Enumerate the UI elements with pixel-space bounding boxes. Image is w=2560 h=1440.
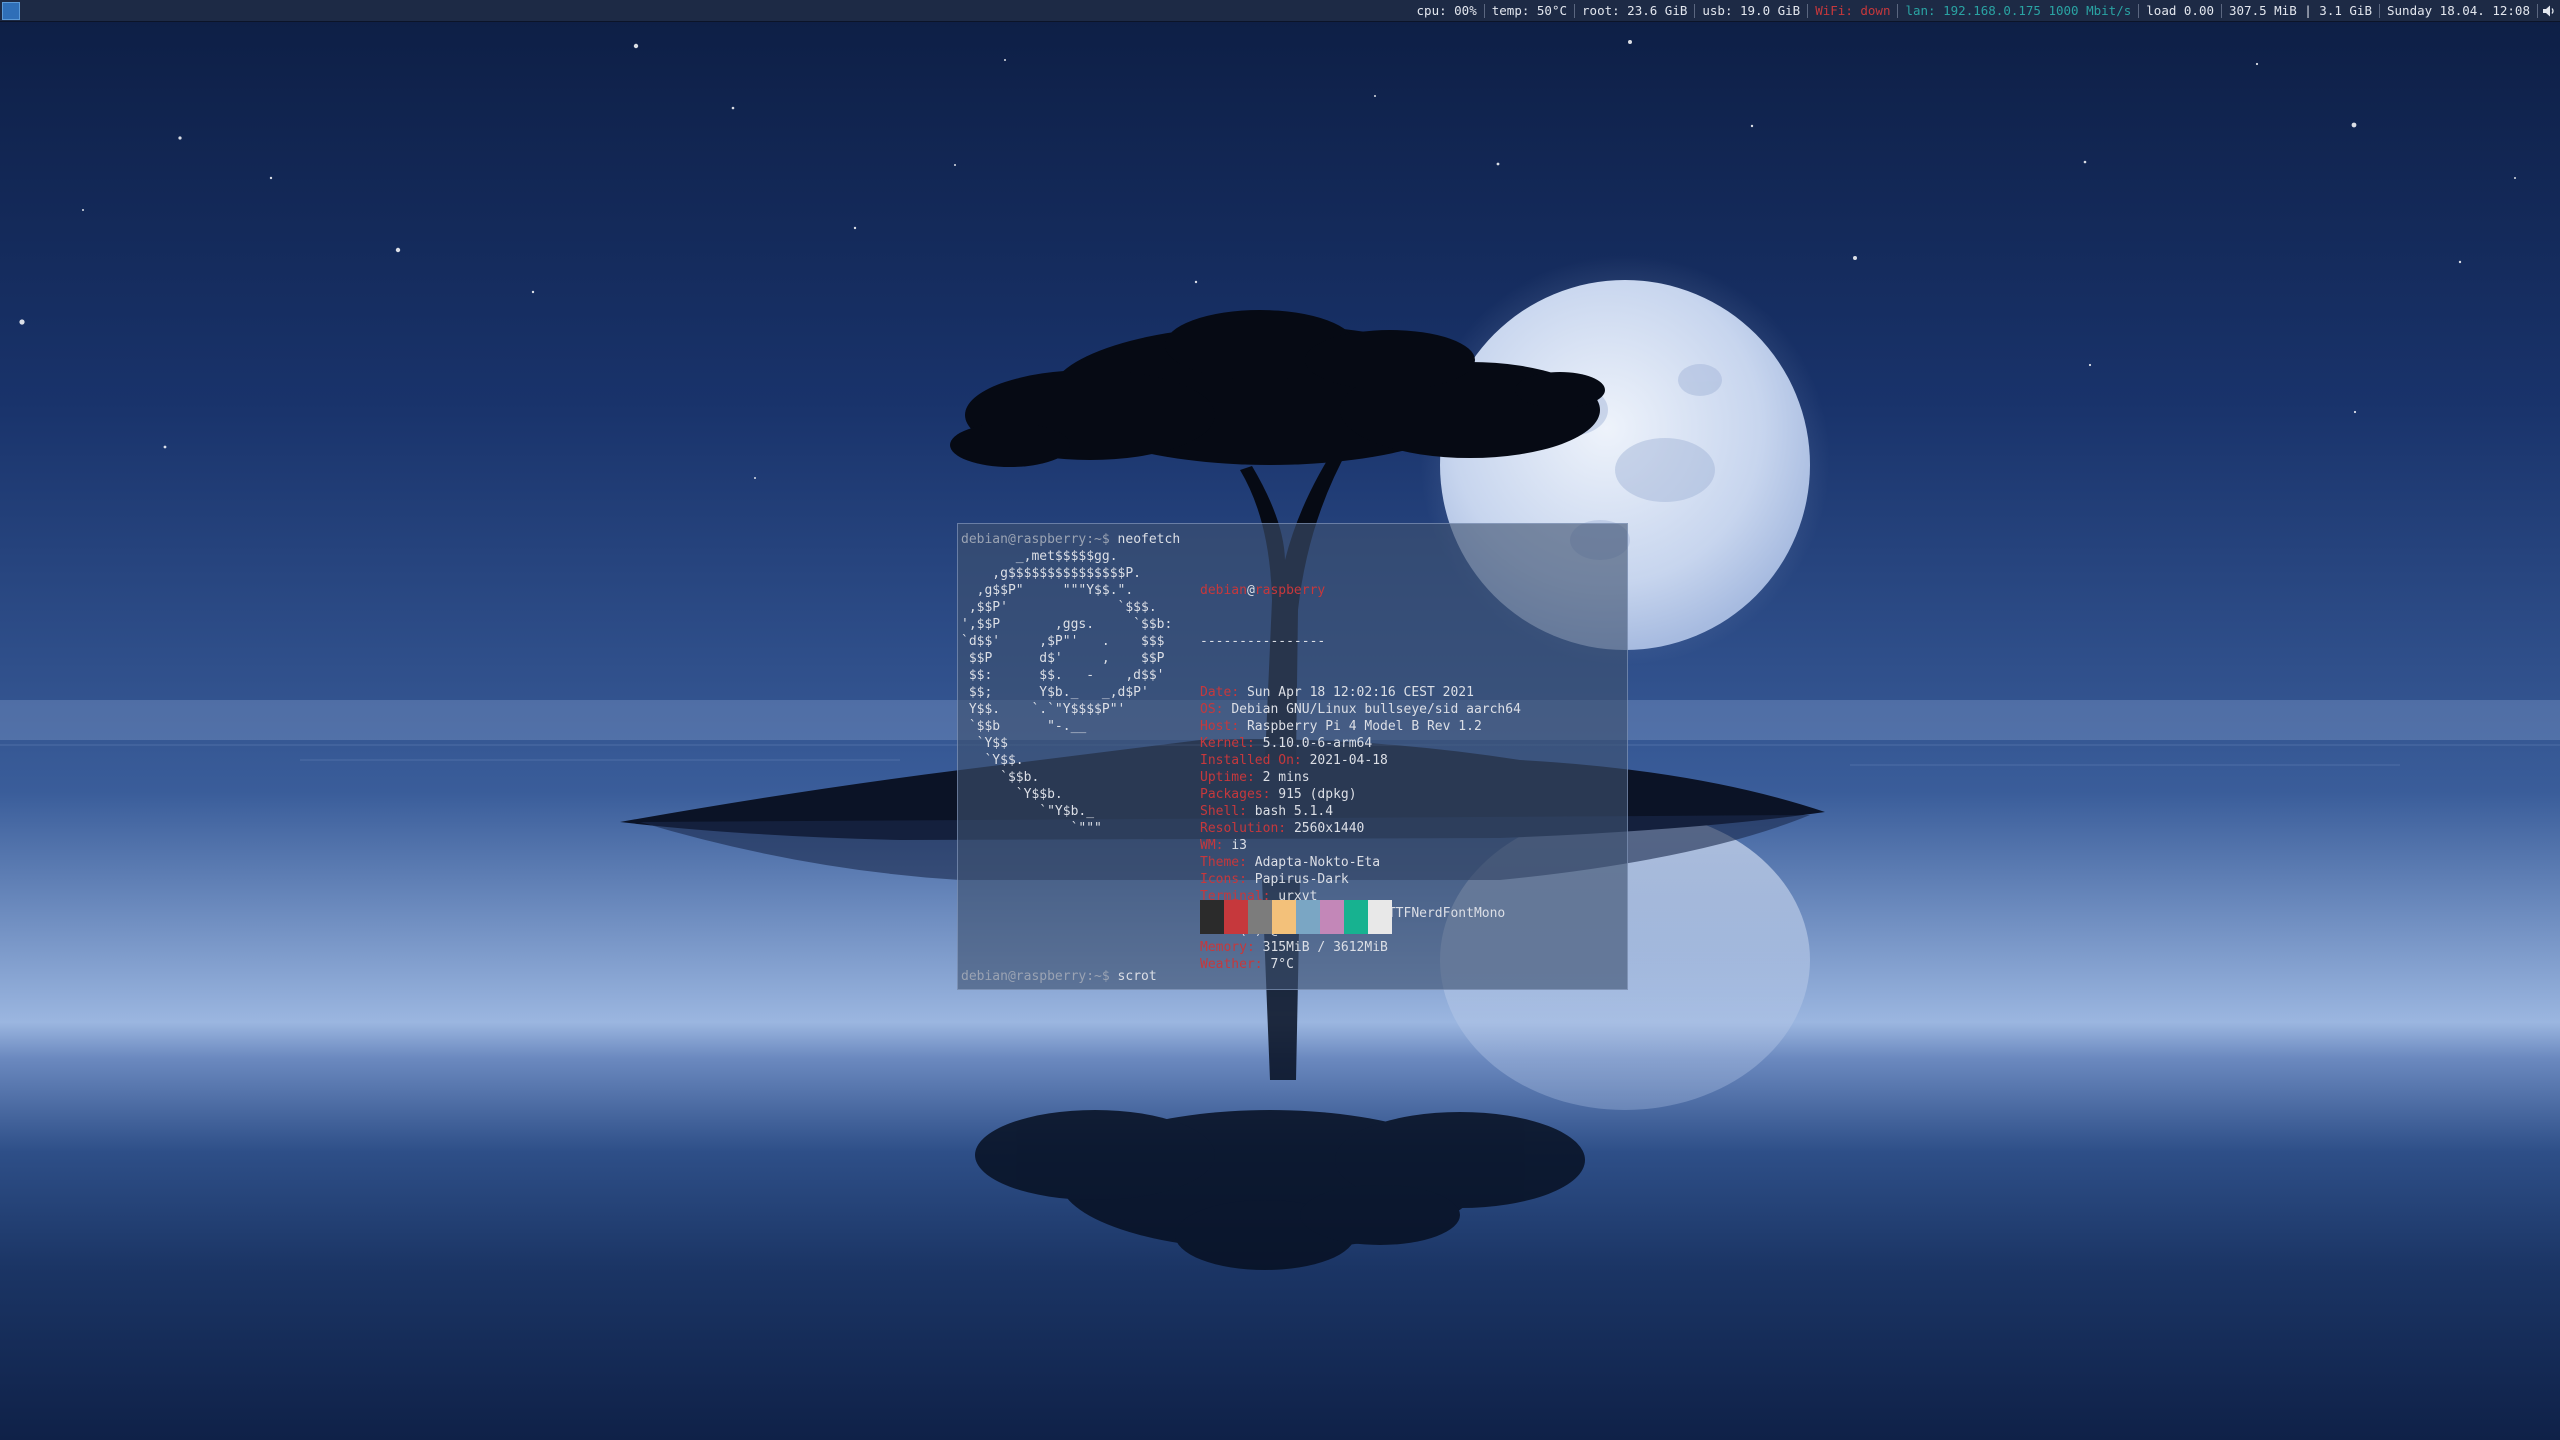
status-separator: [2537, 3, 2538, 18]
workspace-button[interactable]: [2, 1, 20, 20]
info-value: Sun Apr 18 12:02:16 CEST 2021: [1246, 685, 1474, 700]
ascii-line: ,$$P' `$$$.: [961, 600, 1157, 615]
info-key: OS: [1200, 702, 1216, 717]
user-host-line: debian@raspberry: [1200, 582, 1521, 599]
color-swatch: [1368, 900, 1392, 934]
info-line: OS: Debian GNU/Linux bullseye/sid aarch6…: [1200, 702, 1521, 717]
ascii-line: `Y$$.: [961, 753, 1024, 768]
lan-status: lan: 192.168.0.175 1000 Mbit/s: [1905, 3, 2132, 18]
info-key: WM: [1200, 838, 1216, 853]
datetime-status: Sunday 18.04. 12:08: [2387, 3, 2530, 18]
info-separator: ----------------: [1200, 634, 1326, 649]
info-key: Uptime: [1200, 770, 1247, 785]
ascii-line: $$: $$. - ,d$$': [961, 668, 1165, 683]
prompt-line: debian@raspberry:~$ neofetch: [961, 531, 1180, 548]
info-value: Debian GNU/Linux bullseye/sid aarch64: [1231, 702, 1521, 717]
terminal-window[interactable]: debian@raspberry:~$ neofetch _,met$$$$$g…: [957, 523, 1628, 990]
info-line: Weather: 7°C: [1200, 957, 1294, 972]
info-key: Packages: [1200, 787, 1263, 802]
info-key: Host: [1200, 719, 1232, 734]
ascii-line: `Y$$b.: [961, 787, 1063, 802]
prompt: debian@raspberry:~$: [961, 969, 1110, 984]
status-blocks: cpu: 00% temp: 50°C root: 23.6 GiB usb: …: [1410, 3, 2560, 18]
ascii-line: _,met$$$$$gg.: [961, 549, 1118, 564]
ascii-line: $$P d$' , $$P: [961, 651, 1165, 666]
prompt: debian@raspberry:~$: [961, 532, 1110, 547]
host-name: raspberry: [1254, 583, 1326, 598]
color-swatch: [1344, 900, 1368, 934]
neofetch-info: debian@raspberry ---------------- Date: …: [1200, 548, 1521, 1007]
color-swatch: [1200, 900, 1224, 934]
i3-status-bar: cpu: 00% temp: 50°C root: 23.6 GiB usb: …: [0, 0, 2560, 22]
info-line: Memory: 315MiB / 3612MiB: [1200, 940, 1388, 955]
info-value: bash 5.1.4: [1254, 804, 1334, 819]
at-sign: @: [1246, 583, 1255, 598]
memory-status: 307.5 MiB | 3.1 GiB: [2229, 3, 2372, 18]
info-value: 7°C: [1270, 957, 1294, 972]
info-key: Memory: [1200, 940, 1247, 955]
ascii-line: `d$$' ,$P"' . $$$: [961, 634, 1165, 649]
info-value: Raspberry Pi 4 Model B Rev 1.2: [1246, 719, 1482, 734]
ascii-line: `$$b.: [961, 770, 1040, 785]
color-swatch: [1248, 900, 1272, 934]
info-key: Shell: [1200, 804, 1240, 819]
info-key: Theme: [1200, 855, 1240, 870]
user-name: debian: [1200, 583, 1247, 598]
color-swatch: [1296, 900, 1320, 934]
temp-status: temp: 50°C: [1491, 3, 1568, 18]
ascii-line: ',$$P ,ggs. `$$b:: [961, 617, 1173, 632]
load-status: load 0.00: [2146, 3, 2214, 18]
info-line: Uptime: 2 mins: [1200, 770, 1310, 785]
command-text: scrot: [1117, 969, 1157, 984]
info-key: Kernel: [1200, 736, 1247, 751]
info-key: Resolution: [1200, 821, 1279, 836]
info-line: Date: Sun Apr 18 12:02:16 CEST 2021: [1200, 685, 1474, 700]
usb-disk-status: usb: 19.0 GiB: [1702, 3, 1801, 18]
info-value: Papirus-Dark: [1254, 872, 1349, 887]
ascii-line: ,g$$P" """Y$$.".: [961, 583, 1134, 598]
info-key: Date: [1200, 685, 1232, 700]
info-value: 5.10.0-6-arm64: [1262, 736, 1373, 751]
command-text: neofetch: [1117, 532, 1181, 547]
ascii-line: Y$$. `.`"Y$$$$P"': [961, 702, 1126, 717]
info-key: Icons: [1200, 872, 1240, 887]
prompt-line-last: debian@raspberry:~$ scrot: [961, 968, 1157, 985]
info-line: Packages: 915 (dpkg): [1200, 787, 1357, 802]
root-disk-status: root: 23.6 GiB: [1582, 3, 1688, 18]
info-value: 2560x1440: [1293, 821, 1365, 836]
info-key: Weather: [1200, 957, 1255, 972]
info-line: Installed On: 2021-04-18: [1200, 753, 1388, 768]
info-line: WM: i3: [1200, 838, 1247, 853]
wifi-status: WiFi: down: [1815, 3, 1891, 18]
info-key: Installed On: [1200, 753, 1294, 768]
info-value: 315MiB / 3612MiB: [1262, 940, 1388, 955]
speaker-icon[interactable]: [2542, 4, 2556, 18]
info-value: 2 mins: [1262, 770, 1310, 785]
ascii-line: ,g$$$$$$$$$$$$$$$P.: [961, 566, 1142, 581]
color-swatch: [1320, 900, 1344, 934]
info-line: Theme: Adapta-Nokto-Eta: [1200, 855, 1381, 870]
ascii-line: $$; Y$b._ _,d$P': [961, 685, 1149, 700]
cpu-status: cpu: 00%: [1416, 3, 1477, 18]
ascii-line: `"Y$b._: [961, 804, 1095, 819]
info-line: Kernel: 5.10.0-6-arm64: [1200, 736, 1373, 751]
color-swatch: [1272, 900, 1296, 934]
info-value: i3: [1231, 838, 1247, 853]
debian-ascii-logo: _,met$$$$$gg. ,g$$$$$$$$$$$$$$$P. ,g$$P"…: [961, 548, 1172, 837]
color-palette: [1200, 900, 1392, 934]
ascii-line: `$$b "-.__: [961, 719, 1087, 734]
color-swatch: [1224, 900, 1248, 934]
info-line: Icons: Papirus-Dark: [1200, 872, 1349, 887]
ascii-line: `""": [961, 821, 1102, 836]
info-line: Host: Raspberry Pi 4 Model B Rev 1.2: [1200, 719, 1482, 734]
info-value: Adapta-Nokto-Eta: [1254, 855, 1381, 870]
info-line: Resolution: 2560x1440: [1200, 821, 1365, 836]
info-value: 915 (dpkg): [1278, 787, 1357, 802]
ascii-line: `Y$$: [961, 736, 1008, 751]
info-line: Shell: bash 5.1.4: [1200, 804, 1334, 819]
info-value: 2021-04-18: [1309, 753, 1388, 768]
